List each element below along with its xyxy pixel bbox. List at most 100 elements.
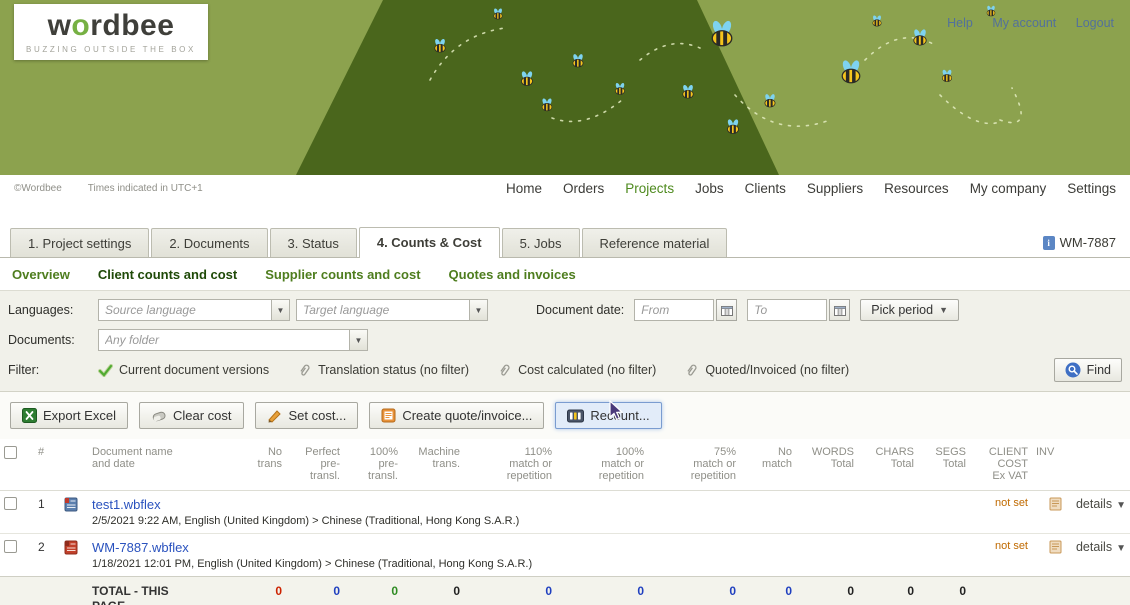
tab-jobs[interactable]: 5. Jobs [502, 228, 580, 257]
menu-item-home[interactable]: Home [506, 181, 542, 196]
chip-label: Translation status (no filter) [318, 363, 469, 377]
document-icon [64, 540, 78, 555]
tab-reference-material[interactable]: Reference material [582, 228, 728, 257]
client-cost-value: not set [970, 534, 1032, 577]
menu-item-my-company[interactable]: My company [970, 181, 1047, 196]
filter-chip-quoted-invoiced[interactable]: Quoted/Invoiced (no filter) [686, 363, 849, 377]
tab-counts-and-cost[interactable]: 4. Counts & Cost [359, 227, 500, 258]
menu-item-clients[interactable]: Clients [745, 181, 786, 196]
details-dropdown[interactable]: details▼ [1066, 491, 1130, 534]
filter-chip-current-versions[interactable]: Current document versions [98, 363, 269, 377]
table-header-row: # Document name and date No trans Perfec… [0, 439, 1130, 491]
menu-item-orders[interactable]: Orders [563, 181, 604, 196]
paperclip-icon [499, 363, 512, 377]
tab-status[interactable]: 3. Status [270, 228, 357, 257]
filter-chip-cost-calculated[interactable]: Cost calculated (no filter) [499, 363, 656, 377]
subtab-client-counts[interactable]: Client counts and cost [98, 267, 237, 282]
folder-input[interactable] [99, 330, 349, 350]
menu-item-suppliers[interactable]: Suppliers [807, 181, 863, 196]
recount-button[interactable]: Recount... [555, 402, 661, 429]
col-header-name: Document name and date [88, 439, 228, 491]
row-number: 1 [34, 491, 60, 534]
total-no-match: 0 [740, 577, 796, 605]
set-cost-label: Set cost... [289, 408, 347, 423]
col-header-no-trans: No trans [228, 439, 286, 491]
filter-label: Filter: [8, 363, 98, 377]
date-from-input[interactable] [634, 299, 714, 321]
total-segs: 0 [918, 577, 970, 605]
row-checkbox[interactable] [4, 540, 17, 553]
tab-documents[interactable]: 2. Documents [151, 228, 267, 257]
col-header-75-match: 75% match or repetition [648, 439, 740, 491]
info-icon[interactable]: i [1043, 236, 1055, 250]
col-header-no-match: No match [740, 439, 796, 491]
subtab-quotes-invoices[interactable]: Quotes and invoices [449, 267, 576, 282]
select-all-checkbox[interactable] [4, 446, 17, 459]
col-header-inv: INV [1032, 439, 1066, 491]
tab-project-settings[interactable]: 1. Project settings [10, 228, 149, 257]
date-to-calendar-button[interactable] [829, 299, 850, 321]
find-button[interactable]: Find [1054, 358, 1122, 382]
target-language-dropdown-button[interactable]: ▼ [469, 300, 487, 320]
total-100-pre: 0 [344, 577, 402, 605]
col-header-actions [1066, 439, 1130, 491]
col-header-100-match: 100% match or repetition [556, 439, 648, 491]
col-header-words-total: WORDS Total [796, 439, 858, 491]
folder-dropdown-button[interactable]: ▼ [349, 330, 367, 350]
clear-cost-button[interactable]: Clear cost [139, 402, 244, 429]
target-language-combo: ▼ [296, 299, 488, 321]
document-name-link[interactable]: test1.wbflex [92, 497, 161, 512]
set-cost-button[interactable]: Set cost... [255, 402, 359, 429]
total-perfect: 0 [286, 577, 344, 605]
recount-label: Recount... [590, 408, 649, 423]
filter-chip-translation-status[interactable]: Translation status (no filter) [299, 363, 469, 377]
paperclip-icon [299, 363, 312, 377]
timezone-note: Times indicated in UTC+1 [88, 183, 203, 194]
create-quote-invoice-button[interactable]: Create quote/invoice... [369, 402, 544, 429]
row-checkbox[interactable] [4, 497, 17, 510]
total-110-match: 0 [464, 577, 556, 605]
col-header-segs-total: SEGS Total [918, 439, 970, 491]
row-number: 2 [34, 534, 60, 577]
col-header-machine-trans: Machine trans. [402, 439, 464, 491]
filter-row-languages: Languages: ▼ ▼ Document date: Pick perio… [8, 295, 1122, 325]
total-row: TOTAL - THIS PAGE 0 0 0 0 0 0 0 0 0 0 0 [0, 577, 1130, 605]
details-dropdown[interactable]: details▼ [1066, 534, 1130, 577]
copyright-text: ©Wordbee [14, 183, 62, 194]
date-to-input[interactable] [747, 299, 827, 321]
wordbee-logo[interactable]: wordbee BUZZING OUTSIDE THE BOX [14, 4, 208, 60]
source-language-dropdown-button[interactable]: ▼ [271, 300, 289, 320]
total-75-match: 0 [648, 577, 740, 605]
menu-item-jobs[interactable]: Jobs [695, 181, 724, 196]
logout-link[interactable]: Logout [1076, 16, 1114, 30]
pick-period-button[interactable]: Pick period ▼ [860, 299, 959, 321]
account-links: Help My account Logout [931, 16, 1114, 30]
help-link[interactable]: Help [947, 16, 973, 30]
subtab-supplier-counts[interactable]: Supplier counts and cost [265, 267, 420, 282]
main-menu: Home Orders Projects Jobs Clients Suppli… [506, 181, 1116, 196]
chevron-down-icon: ▼ [939, 305, 948, 315]
chevron-down-icon: ▼ [355, 336, 363, 345]
menu-item-projects[interactable]: Projects [625, 181, 674, 196]
invoice-doc-icon[interactable] [1049, 497, 1062, 511]
subtab-overview[interactable]: Overview [12, 267, 70, 282]
menu-item-resources[interactable]: Resources [884, 181, 949, 196]
page: wordbee BUZZING OUTSIDE THE BOX Help My … [0, 0, 1130, 605]
invoice-doc-icon[interactable] [1049, 540, 1062, 554]
chip-label: Current document versions [119, 363, 269, 377]
source-language-input[interactable] [99, 300, 271, 320]
document-date-line: 2/5/2021 9:22 AM, English (United Kingdo… [92, 515, 966, 527]
export-excel-button[interactable]: Export Excel [10, 402, 128, 429]
document-name-link[interactable]: WM-7887.wbflex [92, 540, 189, 555]
paint-icon [267, 409, 283, 423]
col-header-100-pretransl: 100% pre-transl. [344, 439, 402, 491]
menu-item-settings[interactable]: Settings [1067, 181, 1116, 196]
document-date-line: 1/18/2021 12:01 PM, English (United King… [92, 558, 966, 570]
target-language-input[interactable] [297, 300, 469, 320]
green-check-icon [98, 364, 113, 377]
my-account-link[interactable]: My account [992, 16, 1056, 30]
date-from-calendar-button[interactable] [716, 299, 737, 321]
create-quote-invoice-label: Create quote/invoice... [402, 408, 532, 423]
col-header-client-cost: CLIENT COST Ex VAT [970, 439, 1032, 491]
export-excel-label: Export Excel [43, 408, 116, 423]
